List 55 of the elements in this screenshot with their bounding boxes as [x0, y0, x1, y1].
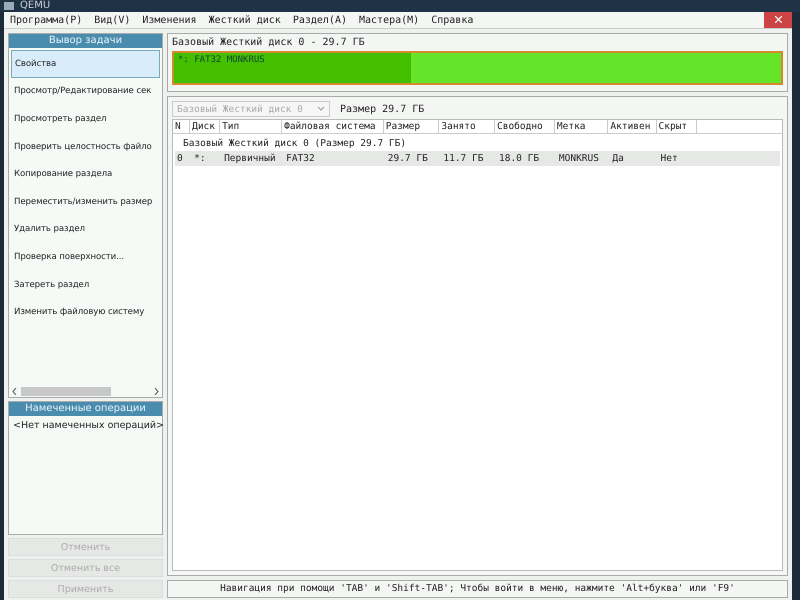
table-cell-text: 0 — [176, 152, 184, 166]
column-header[interactable]: Размер — [384, 120, 440, 133]
task-item[interactable]: Просмотр/Редактирование сек — [11, 78, 160, 106]
column-header[interactable]: Файловая система — [282, 120, 384, 133]
column-header[interactable]: Свободно — [495, 120, 555, 133]
menu-item[interactable]: Вид(V) — [88, 14, 136, 26]
task-item[interactable]: Проверка поверхности... — [11, 243, 160, 271]
table-cell-text: FAT32 — [285, 152, 316, 166]
size-label: Размер 29.7 ГБ — [340, 104, 424, 114]
table-cell-text: Первичный — [223, 152, 277, 166]
table-cell-text: MONKRUS — [558, 152, 600, 166]
table-cell-text: Нет — [660, 152, 679, 166]
close-icon — [774, 16, 782, 23]
disk-title: Базовый Жесткий диск 0 - 29.7 ГБ — [172, 37, 366, 48]
task-item[interactable]: Копирование раздела — [11, 160, 160, 188]
task-item[interactable]: Проверить целостность файло — [11, 132, 160, 160]
close-button[interactable] — [764, 12, 792, 28]
table-cell-text: Да — [611, 152, 625, 166]
menu-item[interactable]: Жесткий диск — [202, 14, 287, 26]
panel-title: Вывор задачи — [9, 34, 162, 48]
column-header[interactable]: N — [173, 120, 190, 133]
partition-bar[interactable]: *: FAT32 MONKRUS — [172, 51, 783, 85]
menu-item[interactable]: Мастера(M) — [353, 14, 426, 26]
table-cell-text: 18.0 ГБ — [498, 152, 540, 166]
column-header[interactable]: Занято — [439, 120, 495, 133]
task-item[interactable]: Свойства — [11, 50, 160, 78]
column-header[interactable]: Скрыт — [656, 120, 698, 133]
disk-group-label: Базовый Жесткий диск 0 (Размер 29.7 ГБ) — [182, 137, 408, 151]
window-title: QEMU — [20, 0, 50, 12]
column-header[interactable]: Диск — [190, 120, 220, 133]
partition-label: *: FAT32 MONKRUS — [178, 55, 265, 65]
scrollbar-thumb[interactable] — [21, 386, 111, 396]
task-item[interactable]: Удалить раздел — [11, 216, 160, 244]
menu-item[interactable]: Программа(P) — [4, 14, 88, 26]
column-header[interactable]: Метка — [554, 120, 608, 133]
partition-row[interactable]: 0 *: Первичный FAT32 29.7 ГБ 11.7 ГБ 18.0 ГБ MONKRUS Да Нет — [175, 151, 780, 166]
menu-item[interactable]: Изменения — [136, 14, 203, 26]
table-cell-text: 11.7 ГБ — [442, 152, 484, 166]
scroll-right-icon[interactable] — [154, 388, 159, 394]
status-bar: Навигация при помощи 'TAB' и 'Shift-TAB'; Чтобы войти в меню, нажмите 'Alt+буква' или 'F9' — [167, 580, 788, 598]
caret-icon — [317, 106, 325, 112]
task-item[interactable]: Изменить файловую систему — [11, 298, 160, 326]
column-header[interactable]: Активен — [608, 120, 657, 133]
menu-item[interactable]: Раздел(A) — [286, 14, 353, 26]
task-item[interactable]: Затереть раздел — [11, 270, 160, 298]
task-item[interactable]: Просмотреть раздел — [11, 105, 160, 133]
panel-title: Намеченные операции — [9, 402, 162, 416]
task-item[interactable]: Переместить/изменить размер — [11, 188, 160, 216]
app-icon — [4, 2, 14, 10]
column-header[interactable]: Тип — [220, 120, 282, 133]
table-cell-text: 29.7 ГБ — [386, 152, 429, 166]
menu-item[interactable]: Справка — [425, 14, 480, 26]
table-cell-text: *: — [193, 152, 207, 166]
empty-message: <Нет намеченных операций> — [12, 419, 162, 433]
scroll-left-icon[interactable] — [12, 388, 17, 394]
